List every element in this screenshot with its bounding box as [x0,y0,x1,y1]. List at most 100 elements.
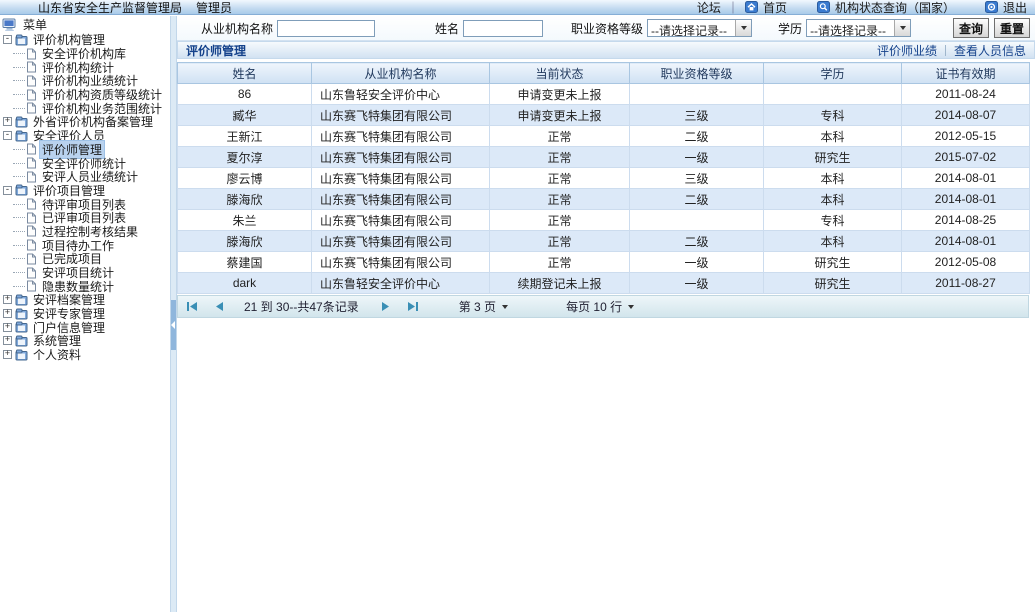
column-header[interactable]: 职业资格等级 [630,63,764,84]
table-row[interactable]: 朱兰山东赛飞特集团有限公司正常专科2014-08-25 [178,210,1030,231]
tree-toggle-plus-icon[interactable] [3,295,12,304]
table-cell: 正常 [490,168,630,189]
tree-connector [13,217,25,218]
folder-icon [15,335,28,347]
search-status-icon [817,1,830,13]
tree-connector [13,149,25,150]
column-header[interactable]: 从业机构名称 [312,63,490,84]
table-cell: 2014-08-25 [902,210,1030,231]
tree-toggle-plus-icon[interactable] [3,336,12,345]
tree-toggle-minus-icon[interactable] [3,35,12,44]
tree-connector [13,272,25,273]
org-name-input[interactable] [277,20,375,37]
folder-icon [15,34,28,46]
table-cell: 山东赛飞特集团有限公司 [312,126,490,147]
table-header-row: 姓名从业机构名称当前状态职业资格等级学历证书有效期 [178,63,1030,84]
pagination-bar: 21 到 30--共47条记录 第 3 页 每页 10 行 [177,295,1029,318]
table-cell: 蔡建国 [178,252,312,273]
tree-toggle-plus-icon[interactable] [3,117,12,126]
education-select[interactable]: --请选择记录-- [806,19,911,37]
tree-connector [13,163,25,164]
page-icon [26,280,37,292]
table-cell: 本科 [764,126,902,147]
table-cell: 滕海欣 [178,189,312,210]
column-header[interactable]: 姓名 [178,63,312,84]
home-link-label: 首页 [763,0,787,16]
org-name-label: 从业机构名称 [201,20,273,37]
table-cell: 专科 [764,105,902,126]
forum-link[interactable]: 论坛 [697,0,721,16]
table-cell: 二级 [630,126,764,147]
table-row[interactable]: 86山东鲁轻安全评价中心申请变更未上报2011-08-24 [178,84,1030,105]
tree-toggle-plus-icon[interactable] [3,350,12,359]
page-number-select[interactable]: 第 3 页 [459,298,508,315]
org-status-query-link[interactable]: 机构状态查询（国家） [817,0,955,16]
sidebar-item[interactable]: 门户信息管理 [0,320,170,334]
table-cell: 山东鲁轻安全评价中心 [312,273,490,294]
table-cell: 正常 [490,189,630,210]
page-icon [26,212,37,224]
table-row[interactable]: 滕海欣山东赛飞特集团有限公司正常二级本科2014-08-01 [178,189,1030,210]
person-name-input[interactable] [463,20,543,37]
table-cell: 2011-08-27 [902,273,1030,294]
table-cell: 山东赛飞特集团有限公司 [312,210,490,231]
table-row[interactable]: 王新江山东赛飞特集团有限公司正常二级本科2012-05-15 [178,126,1030,147]
chevron-down-icon [502,305,508,309]
pagination-last-button[interactable] [405,299,421,315]
pagination-prev-button[interactable] [212,299,228,315]
evaluator-table: 姓名从业机构名称当前状态职业资格等级学历证书有效期 86山东鲁轻安全评价中心申请… [177,62,1030,294]
table-row[interactable]: 夏尔淳山东赛飞特集团有限公司正常一级研究生2015-07-02 [178,147,1030,168]
tree-toggle-minus-icon[interactable] [3,186,12,195]
table-cell: 研究生 [764,147,902,168]
table-row[interactable]: dark山东鲁轻安全评价中心续期登记未上报一级研究生2011-08-27 [178,273,1030,294]
folder-icon [15,116,28,128]
page-icon [26,198,37,210]
table-cell: 本科 [764,189,902,210]
query-button[interactable]: 查询 [953,18,989,38]
table-row[interactable]: 廖云博山东赛飞特集团有限公司正常三级本科2014-08-01 [178,168,1030,189]
tree-connector [13,286,25,287]
pagination-next-button[interactable] [377,299,393,315]
evaluator-performance-link[interactable]: 评价师业绩 [877,42,937,59]
chevron-down-icon [735,20,751,36]
sidebar-splitter[interactable] [170,16,177,612]
page-icon [26,171,37,183]
tree-connector [13,231,25,232]
table-cell: 本科 [764,231,902,252]
tree-connector [13,258,25,259]
page-icon [26,157,37,169]
table-cell: 山东赛飞特集团有限公司 [312,189,490,210]
tree-toggle-plus-icon[interactable] [3,309,12,318]
table-cell: 山东鲁轻安全评价中心 [312,84,490,105]
folder-icon [15,321,28,333]
logout-link[interactable]: 退出 [985,0,1027,16]
sidebar-item[interactable]: 系统管理 [0,334,170,348]
tree-toggle-minus-icon[interactable] [3,131,12,140]
column-header[interactable]: 学历 [764,63,902,84]
qualification-select[interactable]: --请选择记录-- [647,19,752,37]
table-row[interactable]: 蔡建国山东赛飞特集团有限公司正常一级研究生2012-05-08 [178,252,1030,273]
table-cell: 正常 [490,252,630,273]
folder-icon [15,349,28,361]
table-cell: 三级 [630,168,764,189]
table-cell: 二级 [630,189,764,210]
pagination-first-button[interactable] [184,299,200,315]
home-link[interactable]: 首页 [745,0,787,16]
reset-button[interactable]: 重置 [994,18,1030,38]
column-header[interactable]: 证书有效期 [902,63,1030,84]
tree-toggle-plus-icon[interactable] [3,323,12,332]
topbar-separator: ｜ [727,0,739,16]
table-cell: 一级 [630,147,764,168]
table-cell: 申请变更未上报 [490,84,630,105]
table-row[interactable]: 臧华山东赛飞特集团有限公司申请变更未上报三级专科2014-08-07 [178,105,1030,126]
qualification-select-value: --请选择记录-- [648,20,735,36]
page-number-label: 第 3 页 [459,298,496,315]
tree-connector [13,53,25,54]
splitter-collapse-handle[interactable] [171,300,176,350]
table-cell: 2014-08-07 [902,105,1030,126]
view-person-info-link[interactable]: 查看人员信息 [954,42,1026,59]
sidebar-item[interactable]: 个人资料 [0,348,170,362]
table-row[interactable]: 滕海欣山东赛飞特集团有限公司正常二级本科2014-08-01 [178,231,1030,252]
page-size-select[interactable]: 每页 10 行 [566,298,634,315]
column-header[interactable]: 当前状态 [490,63,630,84]
